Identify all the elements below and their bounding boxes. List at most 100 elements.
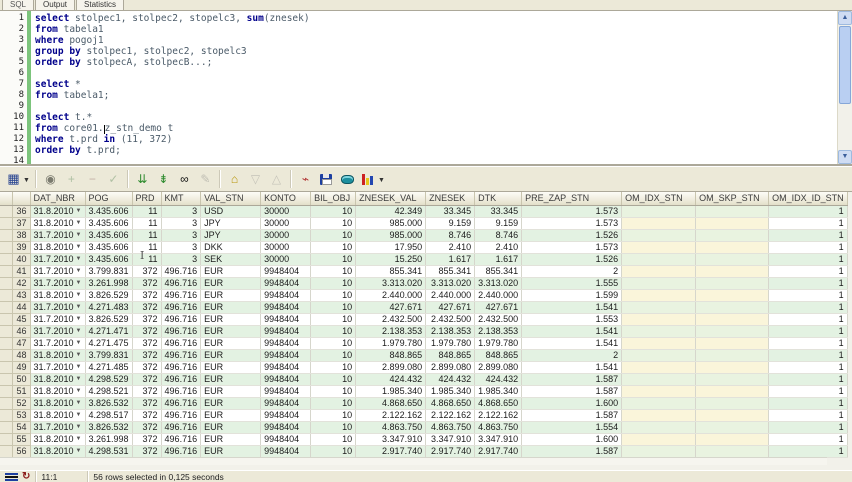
table-cell[interactable]: 10 bbox=[311, 265, 356, 277]
table-cell[interactable]: 4.271.485 bbox=[85, 361, 132, 373]
table-cell[interactable] bbox=[696, 229, 769, 241]
table-cell[interactable]: ▼31.7.2010 bbox=[30, 313, 85, 325]
scroll-up-icon[interactable]: ▲ bbox=[838, 11, 852, 25]
table-cell[interactable]: 855.341 bbox=[475, 265, 522, 277]
table-cell[interactable]: 10 bbox=[311, 349, 356, 361]
table-cell[interactable]: 30000 bbox=[261, 229, 311, 241]
table-cell[interactable]: 10 bbox=[311, 385, 356, 397]
table-cell[interactable]: 4.868.650 bbox=[356, 397, 426, 409]
table-cell[interactable]: 372 bbox=[132, 373, 161, 385]
date-dropdown-icon[interactable]: ▼ bbox=[76, 292, 82, 298]
chevron-down-icon[interactable]: ▼ bbox=[23, 177, 30, 184]
table-cell[interactable]: 10 bbox=[311, 409, 356, 421]
table-cell[interactable]: 9948404 bbox=[261, 325, 311, 337]
date-dropdown-icon[interactable]: ▼ bbox=[76, 316, 82, 322]
table-cell[interactable]: 9.159 bbox=[475, 217, 522, 229]
table-cell[interactable]: EUR bbox=[201, 289, 261, 301]
table-cell[interactable] bbox=[696, 265, 769, 277]
table-cell[interactable]: 3.347.910 bbox=[475, 433, 522, 445]
row-number[interactable]: 50 bbox=[12, 373, 30, 385]
table-cell[interactable]: 848.865 bbox=[356, 349, 426, 361]
table-cell[interactable]: 9948404 bbox=[261, 385, 311, 397]
table-cell[interactable]: 1.985.340 bbox=[426, 385, 475, 397]
table-cell[interactable]: ▼31.7.2010 bbox=[30, 277, 85, 289]
table-cell[interactable]: 9948404 bbox=[261, 289, 311, 301]
row-number[interactable]: 42 bbox=[12, 277, 30, 289]
table-cell[interactable]: 33.345 bbox=[475, 205, 522, 217]
table-cell[interactable]: 1.526 bbox=[522, 253, 622, 265]
table-cell[interactable]: 1 bbox=[769, 373, 848, 385]
break-icon[interactable]: ◉ bbox=[41, 170, 60, 189]
table-cell[interactable]: 1.541 bbox=[522, 301, 622, 313]
table-cell[interactable]: 9948404 bbox=[261, 433, 311, 445]
table-cell[interactable]: 1 bbox=[769, 433, 848, 445]
table-cell[interactable]: ▼31.7.2010 bbox=[30, 301, 85, 313]
table-cell[interactable] bbox=[622, 205, 696, 217]
table-cell[interactable]: 10 bbox=[311, 301, 356, 313]
column-header-val_stn[interactable]: VAL_STN bbox=[201, 192, 261, 205]
table-cell[interactable] bbox=[622, 325, 696, 337]
fetch-next-page-icon[interactable]: ⇊ bbox=[133, 170, 152, 189]
table-cell[interactable]: 1.554 bbox=[522, 421, 622, 433]
table-cell[interactable]: 9948404 bbox=[261, 337, 311, 349]
column-header-pre_zap_stn[interactable]: PRE_ZAP_STN bbox=[522, 192, 622, 205]
date-dropdown-icon[interactable]: ▼ bbox=[76, 400, 82, 406]
table-cell[interactable]: ▼31.8.2010 bbox=[30, 445, 85, 457]
table-cell[interactable]: 372 bbox=[132, 301, 161, 313]
column-header-om_idx_stn[interactable]: OM_IDX_STN bbox=[622, 192, 696, 205]
date-dropdown-icon[interactable]: ▼ bbox=[76, 340, 82, 346]
table-cell[interactable]: JPY bbox=[201, 217, 261, 229]
table-cell[interactable]: 2.917.740 bbox=[426, 445, 475, 457]
table-cell[interactable] bbox=[622, 373, 696, 385]
table-cell[interactable]: SEK bbox=[201, 253, 261, 265]
table-cell[interactable] bbox=[622, 337, 696, 349]
row-number[interactable]: 38 bbox=[12, 229, 30, 241]
sql-code-area[interactable]: select stolpec1, stolpec2, stopelc3, sum… bbox=[31, 11, 837, 164]
chart-icon[interactable] bbox=[359, 170, 378, 189]
table-cell[interactable]: 1.587 bbox=[522, 445, 622, 457]
table-cell[interactable]: 3 bbox=[161, 253, 201, 265]
tab-sql[interactable]: SQL bbox=[2, 0, 34, 10]
date-dropdown-icon[interactable]: ▼ bbox=[76, 280, 82, 286]
table-cell[interactable]: 11 bbox=[132, 241, 161, 253]
table-cell[interactable]: EUR bbox=[201, 433, 261, 445]
row-number[interactable]: 52 bbox=[12, 397, 30, 409]
table-cell[interactable]: 2.122.162 bbox=[426, 409, 475, 421]
table-cell[interactable]: 9948404 bbox=[261, 349, 311, 361]
column-header-dtk[interactable]: DTK bbox=[475, 192, 522, 205]
table-cell[interactable]: 1.979.780 bbox=[475, 337, 522, 349]
table-cell[interactable]: 3.261.998 bbox=[85, 433, 132, 445]
table-cell[interactable]: 11 bbox=[132, 229, 161, 241]
table-cell[interactable]: 1.600 bbox=[522, 397, 622, 409]
table-cell[interactable]: EUR bbox=[201, 325, 261, 337]
column-header-prd[interactable]: PRD bbox=[132, 192, 161, 205]
table-cell[interactable]: 496.716 bbox=[161, 277, 201, 289]
table-cell[interactable]: 11 bbox=[132, 205, 161, 217]
table-cell[interactable]: ▼31.7.2010 bbox=[30, 361, 85, 373]
table-cell[interactable]: 10 bbox=[311, 277, 356, 289]
table-cell[interactable]: 1.573 bbox=[522, 205, 622, 217]
table-cell[interactable]: 42.349 bbox=[356, 205, 426, 217]
table-cell[interactable]: 372 bbox=[132, 349, 161, 361]
scrollbar-thumb[interactable] bbox=[839, 26, 851, 104]
row-number[interactable]: 39 bbox=[12, 241, 30, 253]
table-cell[interactable]: 848.865 bbox=[426, 349, 475, 361]
table-cell[interactable]: 2.917.740 bbox=[356, 445, 426, 457]
table-cell[interactable]: 1 bbox=[769, 229, 848, 241]
fetch-last-page-icon[interactable]: ⇟ bbox=[154, 170, 173, 189]
date-dropdown-icon[interactable]: ▼ bbox=[76, 376, 82, 382]
date-dropdown-icon[interactable]: ▼ bbox=[76, 412, 82, 418]
table-cell[interactable]: ▼31.8.2010 bbox=[30, 409, 85, 421]
table-cell[interactable] bbox=[696, 253, 769, 265]
table-cell[interactable]: 424.432 bbox=[356, 373, 426, 385]
table-cell[interactable]: 1.526 bbox=[522, 229, 622, 241]
table-cell[interactable]: 3.435.606 bbox=[85, 217, 132, 229]
table-cell[interactable] bbox=[696, 337, 769, 349]
row-number[interactable]: 54 bbox=[12, 421, 30, 433]
table-cell[interactable]: 3.826.532 bbox=[85, 397, 132, 409]
table-cell[interactable]: 1 bbox=[769, 409, 848, 421]
table-cell[interactable]: 2.138.353 bbox=[356, 325, 426, 337]
table-cell[interactable]: 1.600 bbox=[522, 433, 622, 445]
date-dropdown-icon[interactable]: ▼ bbox=[76, 268, 82, 274]
table-cell[interactable]: 9948404 bbox=[261, 277, 311, 289]
